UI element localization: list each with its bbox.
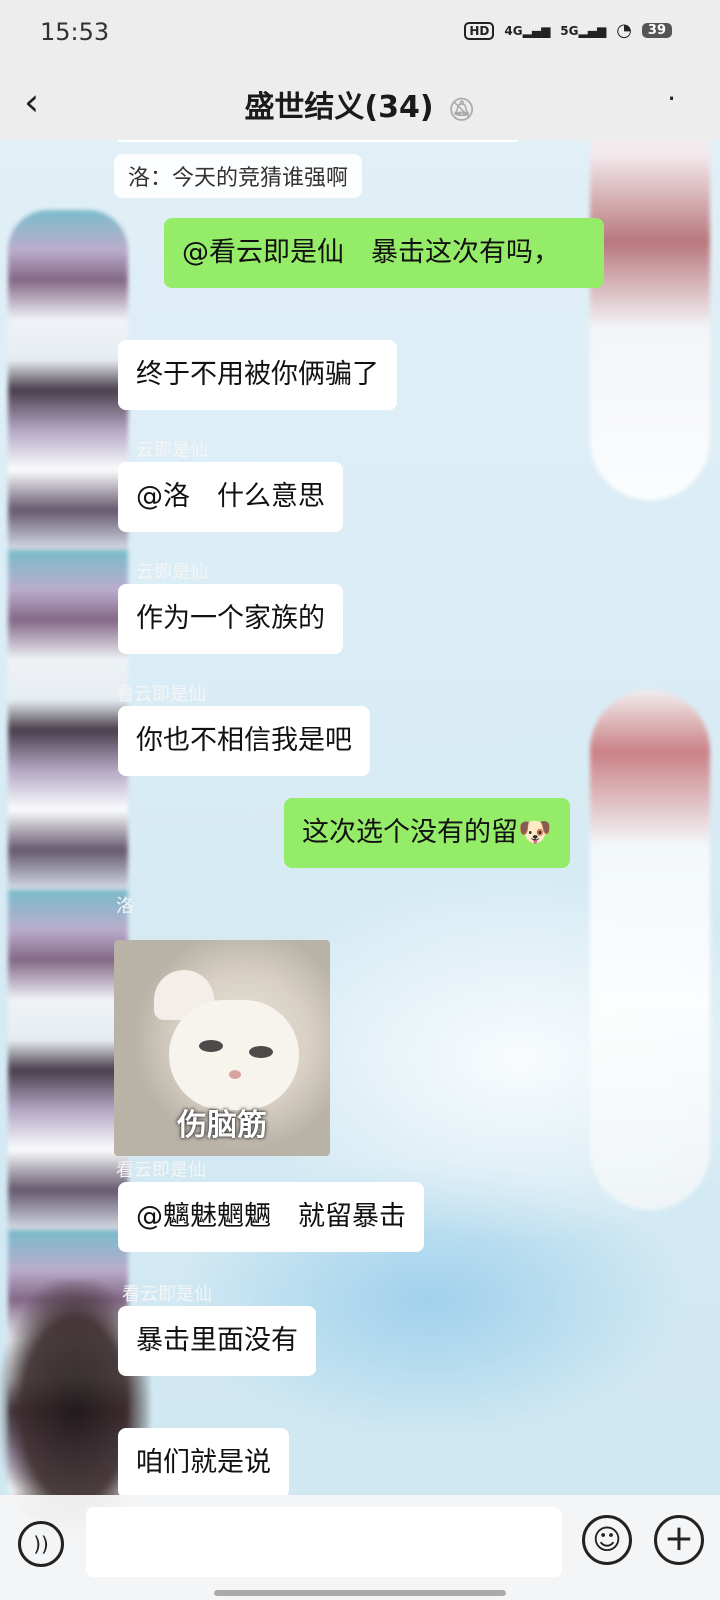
message-bubble-outgoing[interactable]: 这次选个没有的留🐶 (284, 798, 570, 868)
quoted-message: 洛：今天的竞猜谁强啊 (114, 154, 363, 198)
message-bubble-incoming[interactable]: 终于不用被你俩骗了 (118, 340, 397, 410)
message-text: 这次选个没有的留 (302, 817, 518, 848)
cat-face (169, 1000, 299, 1110)
cat-eye (249, 1046, 273, 1058)
status-bar: 15:53 HD 4G▂▄▆ 5G▂▄▆ ◔ 39 (0, 0, 720, 68)
cat-nose (229, 1070, 241, 1079)
sticker-image[interactable]: 伤脑筋 (114, 940, 330, 1156)
doge-emoji-icon: 🐶 (518, 817, 552, 848)
message-bubble-incoming[interactable]: @魑魅魍魉 就留暴击 (118, 1182, 424, 1252)
message-bubble-incoming[interactable]: 你也不相信我是吧 (118, 706, 370, 776)
message-input[interactable] (86, 1507, 562, 1577)
sender-name: 看云即是仙 (122, 1284, 212, 1305)
signal-5g-icon: 5G▂▄▆ (560, 23, 607, 38)
message-bubble-incoming[interactable]: 咱们就是说 (118, 1428, 289, 1495)
sticker-caption: 伤脑筋 (177, 1108, 267, 1143)
sender-name: 云即是仙 (136, 440, 208, 461)
wifi-icon: ◔ (616, 20, 632, 41)
page-title: 盛世结义(34) 🔕︎ (0, 82, 720, 126)
message-bubble-outgoing[interactable]: @看云即是仙 暴击这次有吗， (164, 218, 604, 288)
sender-name: 看云即是仙 (116, 684, 206, 705)
sender-name: 洛 (116, 896, 134, 917)
more-dots-icon[interactable]: · (667, 82, 676, 115)
bell-off-icon: 🔕︎ (447, 98, 476, 123)
signal-4g-icon: 4G▂▄▆ (504, 23, 551, 38)
plus-icon[interactable]: + (654, 1515, 704, 1565)
chat-header: ‹ 盛世结义(34) 🔕︎ · (0, 68, 720, 140)
input-bar: )) ☺ + (0, 1495, 720, 1600)
status-time: 15:53 (40, 18, 110, 46)
cat-eye (199, 1040, 223, 1052)
home-indicator[interactable] (214, 1590, 506, 1596)
message-bubble-incoming[interactable]: @洛 什么意思 (118, 462, 343, 532)
message-list[interactable]: 洛：今天的竞猜谁强啊 @看云即是仙 暴击这次有吗， 终于不用被你俩骗了 云即是仙… (0, 140, 720, 1495)
emoji-icon[interactable]: ☺ (582, 1515, 632, 1565)
sender-name: 云即是仙 (136, 562, 208, 583)
sender-name: 看云即是仙 (116, 1160, 206, 1181)
hd-icon: HD (464, 21, 495, 40)
battery-icon: 39 (641, 23, 672, 38)
message-bubble-incoming[interactable]: 暴击里面没有 (118, 1306, 316, 1376)
partial-bubble (118, 140, 518, 142)
voice-icon[interactable]: )) (18, 1521, 64, 1567)
status-icons: HD 4G▂▄▆ 5G▂▄▆ ◔ 39 (464, 20, 672, 41)
group-name: 盛世结义(34) (244, 90, 434, 125)
message-bubble-incoming[interactable]: 作为一个家族的 (118, 584, 343, 654)
